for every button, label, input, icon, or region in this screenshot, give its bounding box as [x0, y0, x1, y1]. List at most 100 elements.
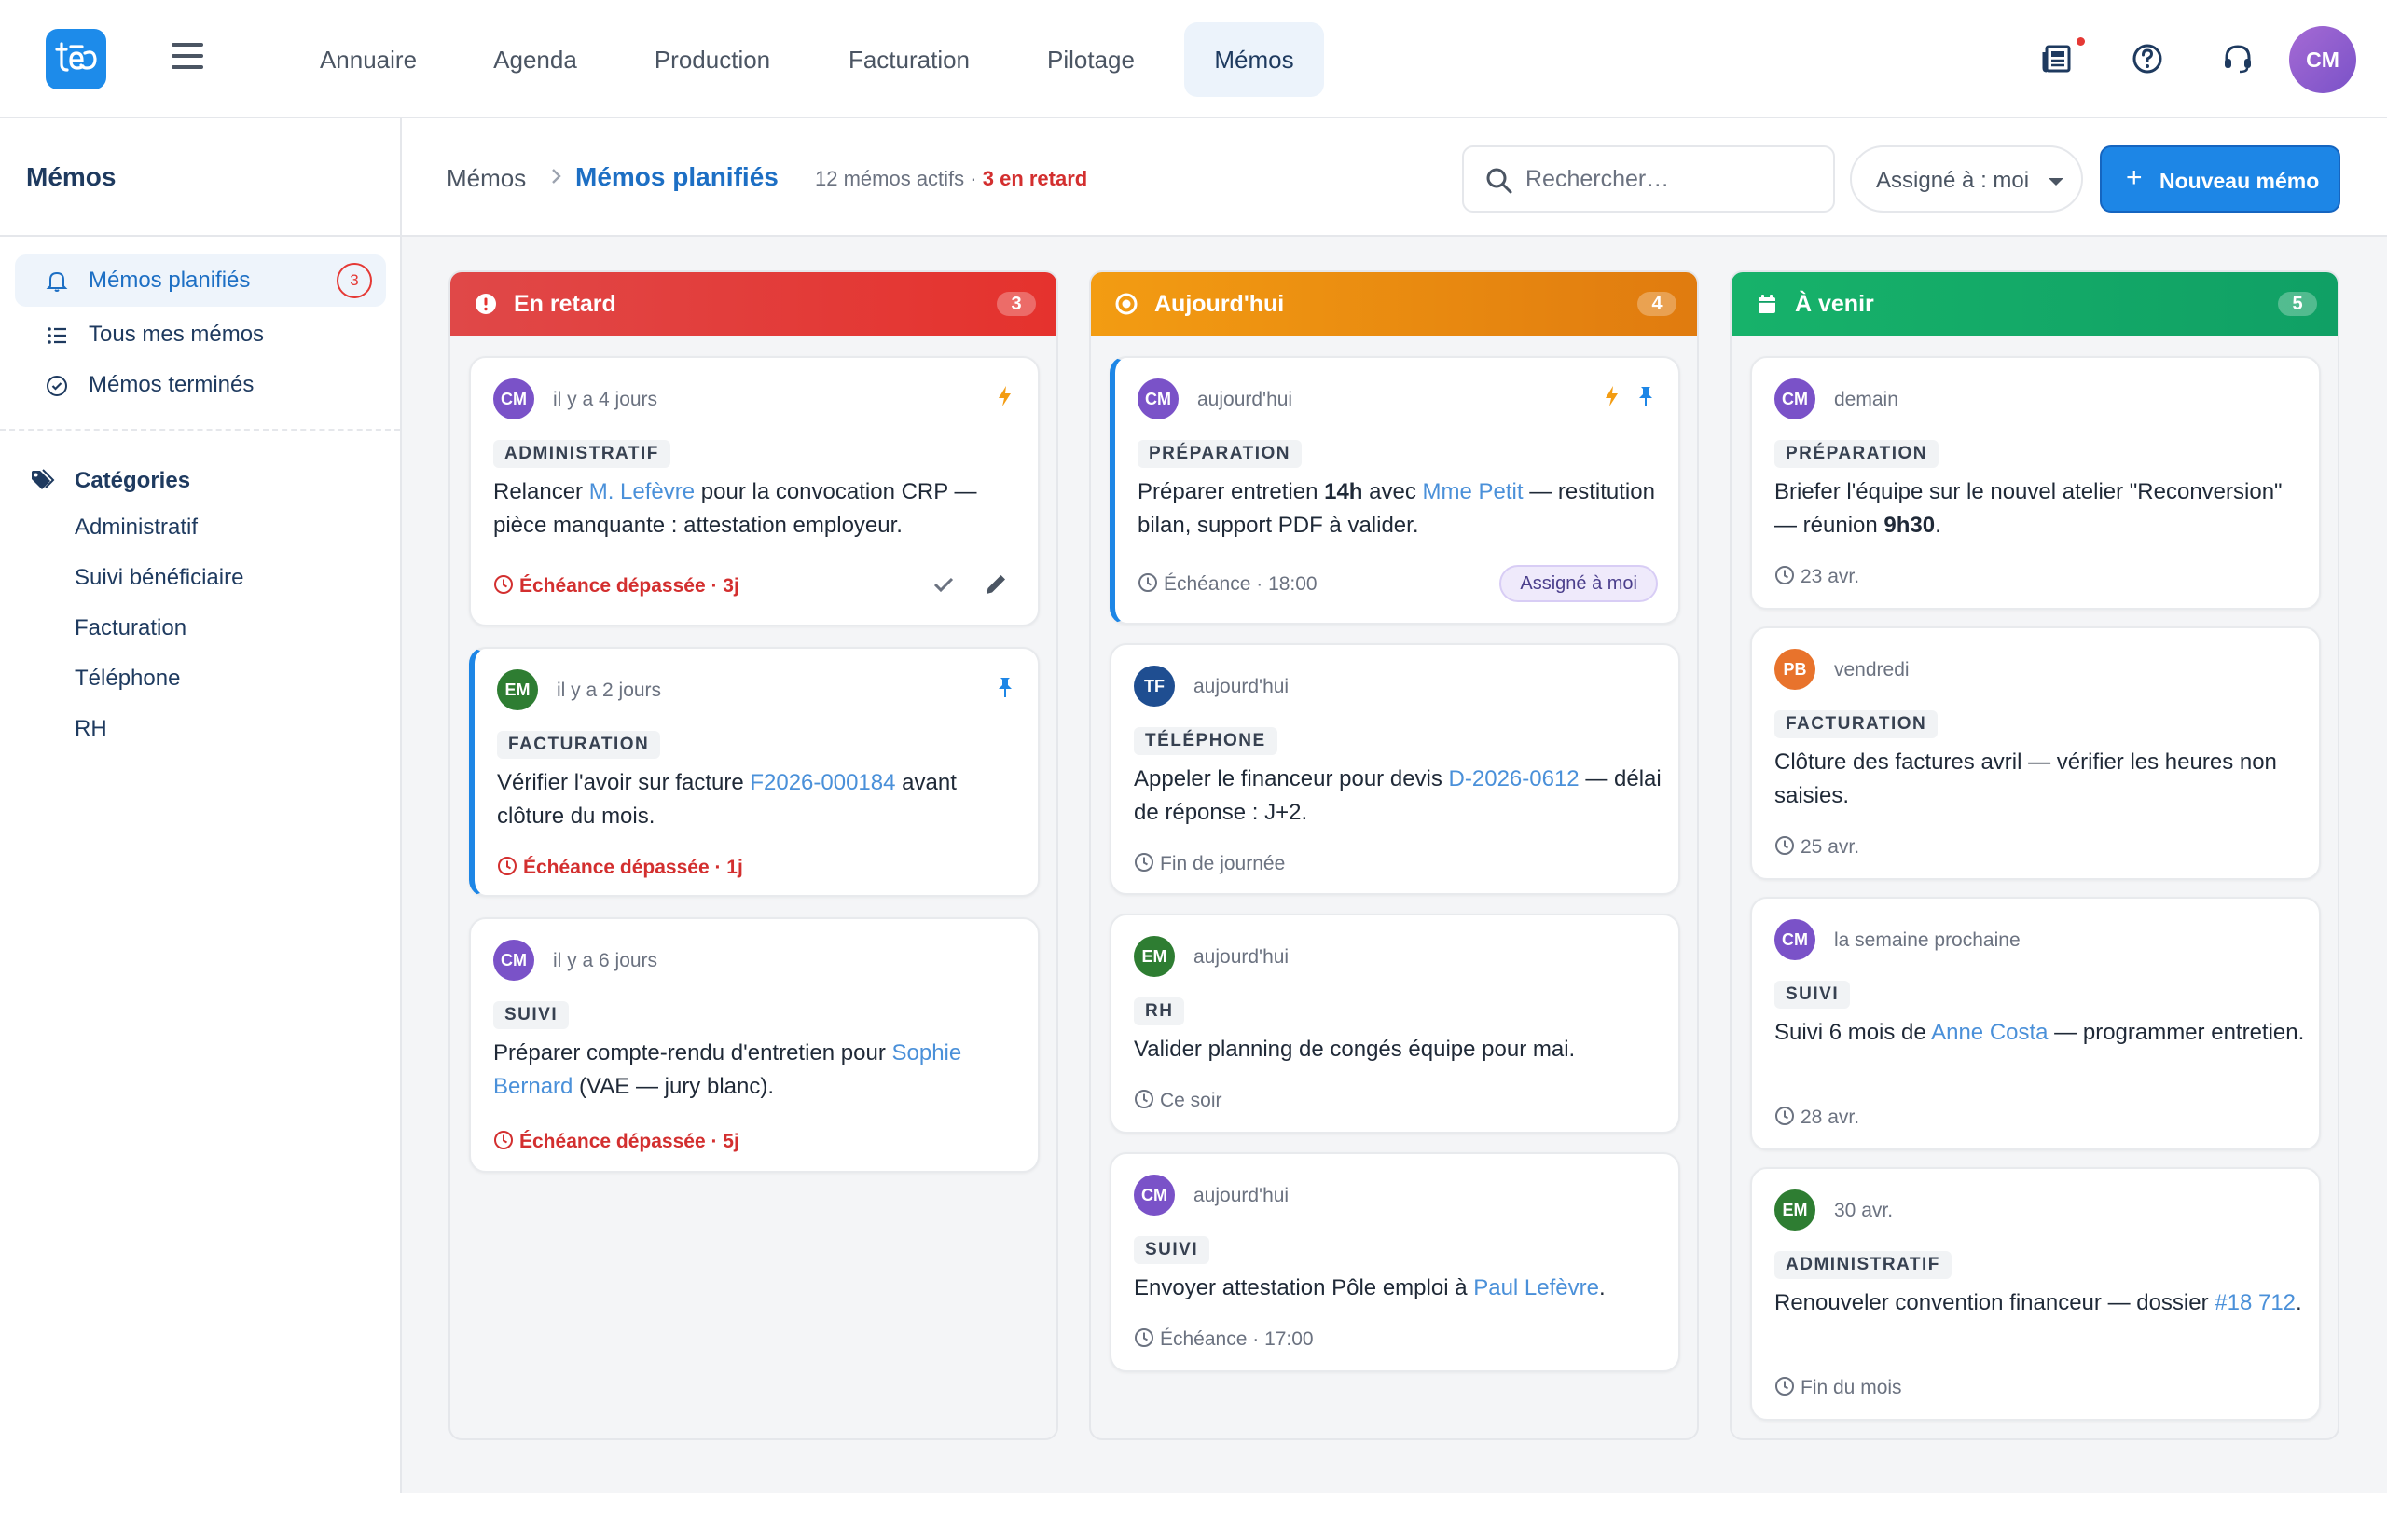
plus-icon: +: [2126, 162, 2143, 193]
memo-date: il y a 4 jours: [553, 389, 658, 410]
memo-card[interactable]: CM aujourd'hui SUIVI Envoyer attestation…: [1110, 1152, 1680, 1372]
clock-icon: [1775, 1107, 1794, 1125]
author-avatar: CM: [493, 940, 534, 981]
notification-dot: [2077, 37, 2085, 46]
invoice-link[interactable]: F2026-000184: [750, 770, 895, 795]
help-icon[interactable]: [2129, 40, 2166, 77]
alert-circle-icon: [476, 294, 496, 314]
assignee-filter-value: Assigné à : moi: [1876, 168, 2030, 193]
mark-done-icon[interactable]: [928, 569, 959, 600]
category-suivi-beneficiaire[interactable]: Suivi bénéficiaire: [75, 565, 243, 591]
memo-card[interactable]: CM il y a 4 jours ADMINISTRATIF Relancer…: [469, 356, 1040, 626]
due-date: Échéance · 18:00: [1138, 572, 1318, 596]
category-tag: RH: [1134, 997, 1185, 1025]
column-title: Aujourd'hui: [1154, 291, 1285, 317]
memo-card[interactable]: PB vendredi FACTURATION Clôture des fact…: [1750, 626, 2321, 880]
category-tag: SUIVI: [1134, 1236, 1210, 1264]
clock-icon: [1138, 573, 1157, 592]
due-date: 25 avr.: [1774, 835, 1859, 859]
memo-card[interactable]: CM demain PRÉPARATION Briefer l'équipe s…: [1750, 356, 2321, 610]
active-count: 12 mémos actifs ·: [815, 167, 977, 190]
memo-card[interactable]: CM aujourd'hui PRÉPARATION Préparer entr…: [1110, 356, 1680, 625]
search-box[interactable]: [1462, 145, 1835, 213]
memo-date: il y a 6 jours: [553, 950, 658, 971]
beneficiary-link[interactable]: Anne Costa: [1931, 1020, 2048, 1045]
column-aujourdhui: Aujourd'hui 4 CM aujourd'hui PRÉPARATION…: [1089, 270, 1699, 1440]
column-title: En retard: [514, 291, 616, 317]
edit-icon[interactable]: [980, 569, 1012, 600]
sidebar-item-tous-mes-memos[interactable]: Tous mes mémos: [15, 309, 386, 361]
nav-pilotage[interactable]: Pilotage: [1026, 22, 1156, 97]
user-avatar[interactable]: CM: [2289, 26, 2356, 93]
new-memo-button[interactable]: + Nouveau mémo: [2100, 145, 2340, 213]
memo-date: 30 avr.: [1834, 1200, 1894, 1221]
chevron-right-icon: [552, 169, 561, 184]
memo-card[interactable]: CM il y a 6 jours SUIVI Préparer compte-…: [469, 917, 1040, 1173]
nav-agenda[interactable]: Agenda: [467, 22, 603, 97]
beneficiary-link[interactable]: Mme Petit: [1423, 479, 1524, 504]
beneficiary-link[interactable]: Paul Lefèvre: [1473, 1275, 1599, 1300]
memo-date: demain: [1834, 389, 1898, 410]
column-count: 3: [997, 292, 1036, 316]
due-date: Fin du mois: [1774, 1376, 1902, 1399]
nav-memos[interactable]: Mémos: [1184, 22, 1324, 97]
search-icon: [1486, 168, 1512, 194]
memo-card[interactable]: CM la semaine prochaine SUIVI Suivi 6 mo…: [1750, 897, 2321, 1150]
teo-logo[interactable]: [46, 29, 106, 89]
breadcrumb-root[interactable]: Mémos: [447, 164, 526, 193]
clock-icon: [1135, 853, 1153, 872]
memo-card[interactable]: TF aujourd'hui TÉLÉPHONE Appeler le fina…: [1110, 643, 1680, 895]
dossier-link[interactable]: #18 712: [2215, 1290, 2296, 1315]
beneficiary-link[interactable]: M. Lefèvre: [589, 479, 695, 504]
memo-card[interactable]: EM 30 avr. ADMINISTRATIF Renouveler conv…: [1750, 1167, 2321, 1421]
sidebar-separator: [0, 429, 400, 431]
memo-date: aujourd'hui: [1194, 946, 1290, 968]
category-tag: PRÉPARATION: [1138, 440, 1302, 468]
due-date: Échéance dépassée · 3j: [493, 574, 739, 598]
sidebar-item-memos-termines[interactable]: Mémos terminés: [15, 359, 386, 411]
author-avatar: CM: [1774, 378, 1815, 419]
memo-card[interactable]: EM aujourd'hui RH Valider planning de co…: [1110, 914, 1680, 1134]
news-icon[interactable]: [2040, 40, 2077, 77]
clock-icon: [494, 1131, 513, 1149]
memo-text: Clôture des factures avril — vérifier le…: [1774, 749, 2277, 808]
sidebar: Mémos Mémos planifiés 3 Tous mes mémos M…: [0, 118, 402, 1493]
column-header: À venir 5: [1732, 272, 2338, 336]
category-tag: FACTURATION: [497, 731, 661, 759]
list-icon: [48, 327, 66, 344]
sidebar-item-label: Tous mes mémos: [89, 322, 265, 347]
memo-text: Préparer compte-rendu d'entretien pour S…: [493, 1040, 962, 1099]
assignee-filter-dropdown[interactable]: Assigné à : moi: [1850, 145, 2083, 213]
lightning-icon: [1606, 386, 1618, 406]
main-content: Mémos Mémos planifiés 12 mémos actifs · …: [402, 118, 2387, 1493]
memo-date: aujourd'hui: [1194, 676, 1290, 697]
memo-text: Vérifier l'avoir sur facture F2026-00018…: [497, 770, 957, 829]
memo-text: Appeler le financeur pour devis D-2026-0…: [1134, 766, 1662, 825]
top-navigation-bar: Annuaire Agenda Production Facturation P…: [0, 0, 2387, 118]
pin-icon: [1639, 387, 1652, 406]
clock-icon: [494, 575, 513, 594]
menu-toggle-icon[interactable]: [172, 43, 203, 71]
nav-annuaire[interactable]: Annuaire: [300, 22, 436, 97]
search-input[interactable]: [1525, 160, 1824, 198]
column-a-venir: À venir 5 CM demain PRÉPARATION Briefer …: [1730, 270, 2339, 1440]
new-memo-label: Nouveau mémo: [2159, 169, 2320, 193]
clock-icon: [1135, 1328, 1153, 1347]
assigned-badge: Assigné à moi: [1499, 565, 1658, 602]
sidebar-item-memos-planifies[interactable]: Mémos planifiés 3: [15, 254, 386, 307]
nav-facturation[interactable]: Facturation: [830, 22, 988, 97]
lightning-icon: [999, 386, 1011, 406]
category-rh[interactable]: RH: [75, 716, 107, 742]
nav-production[interactable]: Production: [634, 22, 791, 97]
quote-link[interactable]: D-2026-0612: [1449, 766, 1580, 791]
support-headset-icon[interactable]: [2219, 40, 2256, 77]
bell-icon: [46, 271, 68, 292]
category-administratif[interactable]: Administratif: [75, 515, 198, 541]
column-header: En retard 3: [450, 272, 1056, 336]
memo-card[interactable]: EM il y a 2 jours FACTURATION Vérifier l…: [469, 647, 1040, 897]
late-count-badge: 3: [337, 263, 372, 298]
category-facturation[interactable]: Facturation: [75, 615, 186, 641]
category-telephone[interactable]: Téléphone: [75, 666, 180, 692]
due-date: Ce soir: [1134, 1089, 1222, 1112]
category-tag: ADMINISTRATIF: [1774, 1251, 1952, 1279]
